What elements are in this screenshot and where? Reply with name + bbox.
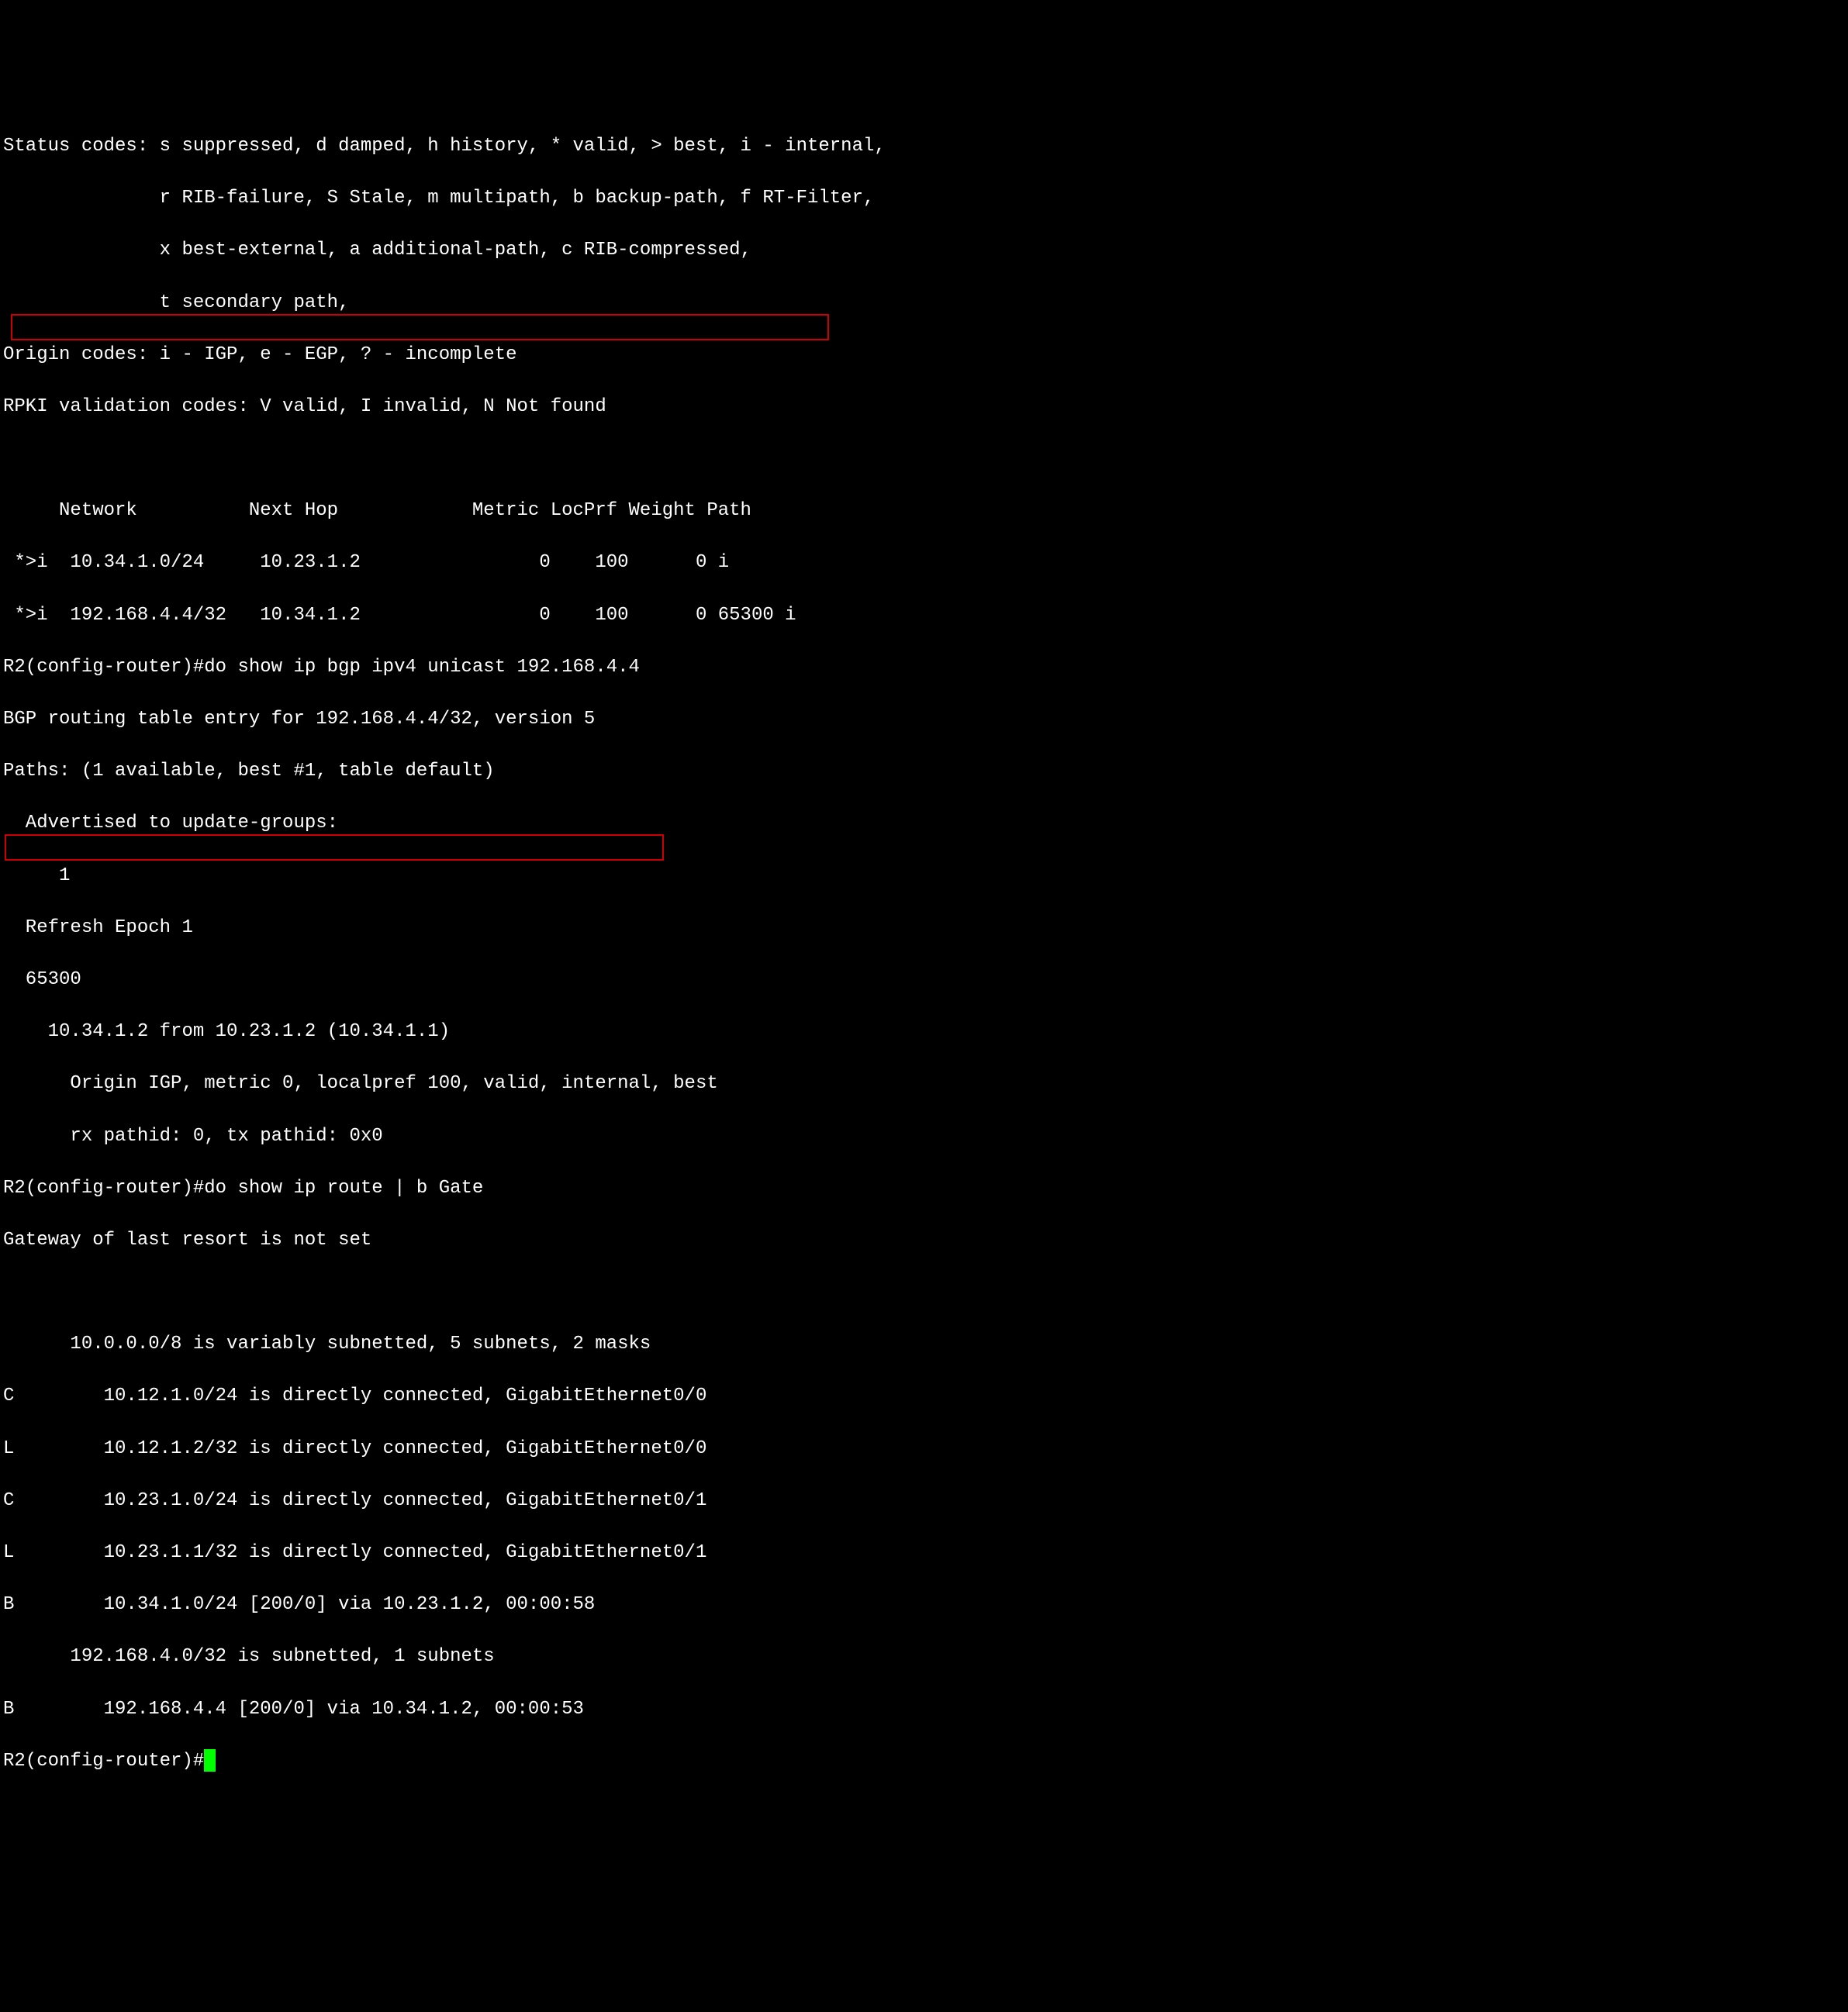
route-gateway: Gateway of last resort is not set bbox=[3, 1227, 1845, 1254]
highlight-box-route-b bbox=[5, 834, 664, 861]
route-b-2: B 192.168.4.4 [200/0] via 10.34.1.2, 00:… bbox=[3, 1696, 1845, 1723]
bgp-detail-pathid: rx pathid: 0, tx pathid: 0x0 bbox=[3, 1123, 1845, 1150]
origin-codes: Origin codes: i - IGP, e - EGP, ? - inco… bbox=[3, 342, 1845, 368]
route-l-1: L 10.12.1.2/32 is directly connected, Gi… bbox=[3, 1436, 1845, 1462]
route-l-2: L 10.23.1.1/32 is directly connected, Gi… bbox=[3, 1540, 1845, 1566]
status-codes-line-3: x best-external, a additional-path, c RI… bbox=[3, 237, 1845, 264]
blank-line bbox=[3, 446, 1845, 472]
final-prompt-text: R2(config-router)# bbox=[3, 1751, 204, 1772]
command-1-prompt: R2(config-router)#do show ip bgp ipv4 un… bbox=[3, 654, 1845, 681]
blank-line bbox=[3, 1279, 1845, 1306]
rpki-codes: RPKI validation codes: V valid, I invali… bbox=[3, 394, 1845, 420]
bgp-detail-advertised: Advertised to update-groups: bbox=[3, 810, 1845, 837]
route-c-2: C 10.23.1.0/24 is directly connected, Gi… bbox=[3, 1488, 1845, 1514]
route-c-1: C 10.12.1.0/24 is directly connected, Gi… bbox=[3, 1383, 1845, 1410]
cursor bbox=[204, 1749, 215, 1772]
status-codes-line-2: r RIB-failure, S Stale, m multipath, b b… bbox=[3, 185, 1845, 212]
bgp-detail-paths: Paths: (1 available, best #1, table defa… bbox=[3, 758, 1845, 785]
route-summary: 10.0.0.0/8 is variably subnetted, 5 subn… bbox=[3, 1331, 1845, 1358]
bgp-table-row-1: *>i 10.34.1.0/24 10.23.1.2 0 100 0 i bbox=[3, 550, 1845, 576]
command-2-prompt: R2(config-router)#do show ip route | b G… bbox=[3, 1175, 1845, 1202]
highlight-box-bgp-row bbox=[11, 314, 829, 340]
bgp-detail-as: 65300 bbox=[3, 967, 1845, 993]
bgp-detail-nexthop: 10.34.1.2 from 10.23.1.2 (10.34.1.1) bbox=[3, 1019, 1845, 1045]
status-codes-line-4: t secondary path, bbox=[3, 290, 1845, 316]
bgp-detail-group: 1 bbox=[3, 863, 1845, 889]
bgp-detail-entry: BGP routing table entry for 192.168.4.4/… bbox=[3, 706, 1845, 733]
bgp-table-row-2: *>i 192.168.4.4/32 10.34.1.2 0 100 0 653… bbox=[3, 602, 1845, 629]
bgp-table-header: Network Next Hop Metric LocPrf Weight Pa… bbox=[3, 498, 1845, 524]
route-b-1: B 10.34.1.0/24 [200/0] via 10.23.1.2, 00… bbox=[3, 1592, 1845, 1618]
status-codes-line-1: Status codes: s suppressed, d damped, h … bbox=[3, 133, 1845, 160]
terminal-output: Status codes: s suppressed, d damped, h … bbox=[3, 107, 1845, 1878]
route-subnet-192: 192.168.4.0/32 is subnetted, 1 subnets bbox=[3, 1644, 1845, 1670]
bgp-detail-refresh: Refresh Epoch 1 bbox=[3, 915, 1845, 941]
final-prompt-line[interactable]: R2(config-router)# bbox=[3, 1748, 1845, 1775]
bgp-detail-origin: Origin IGP, metric 0, localpref 100, val… bbox=[3, 1071, 1845, 1097]
